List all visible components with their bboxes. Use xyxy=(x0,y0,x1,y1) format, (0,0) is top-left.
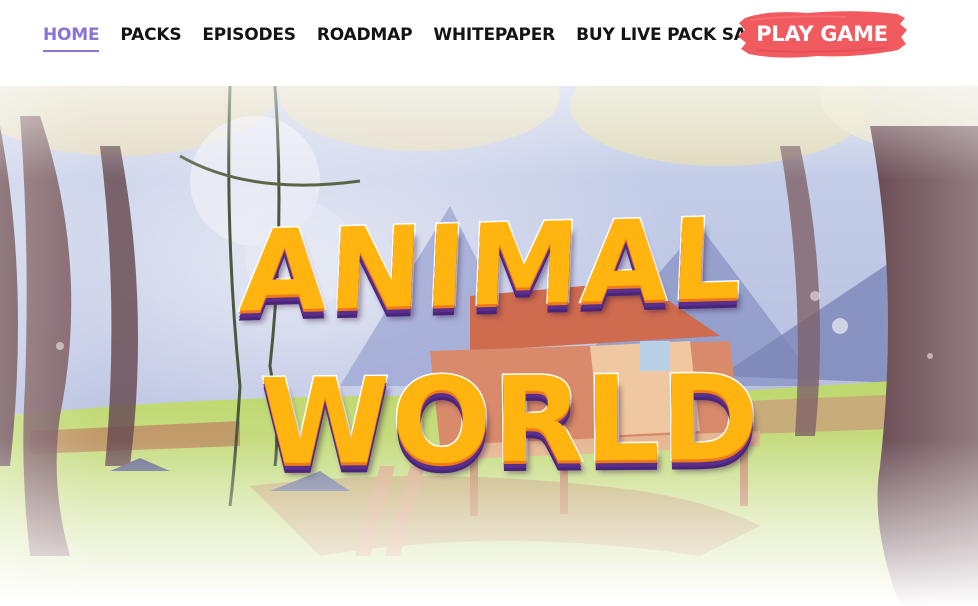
game-logo: ANIMAL WORLD xyxy=(200,193,800,521)
main-nav: HOME PACKS EPISODES ROADMAP WHITEPAPER B… xyxy=(43,0,790,70)
logo-title-line-2: WORLD xyxy=(258,347,762,492)
hero-banner: ANIMAL WORLD xyxy=(0,86,978,606)
play-game-label: PLAY GAME xyxy=(756,22,888,46)
site-header: HOME PACKS EPISODES ROADMAP WHITEPAPER B… xyxy=(0,0,978,86)
nav-whitepaper[interactable]: WHITEPAPER xyxy=(433,26,555,44)
play-game-button[interactable]: PLAY GAME xyxy=(737,8,907,60)
nav-home[interactable]: HOME xyxy=(43,26,100,52)
nav-episodes[interactable]: EPISODES xyxy=(202,26,296,44)
logo-title-line-1: ANIMAL xyxy=(236,193,748,339)
nav-roadmap[interactable]: ROADMAP xyxy=(317,26,413,44)
nav-packs[interactable]: PACKS xyxy=(120,26,181,44)
